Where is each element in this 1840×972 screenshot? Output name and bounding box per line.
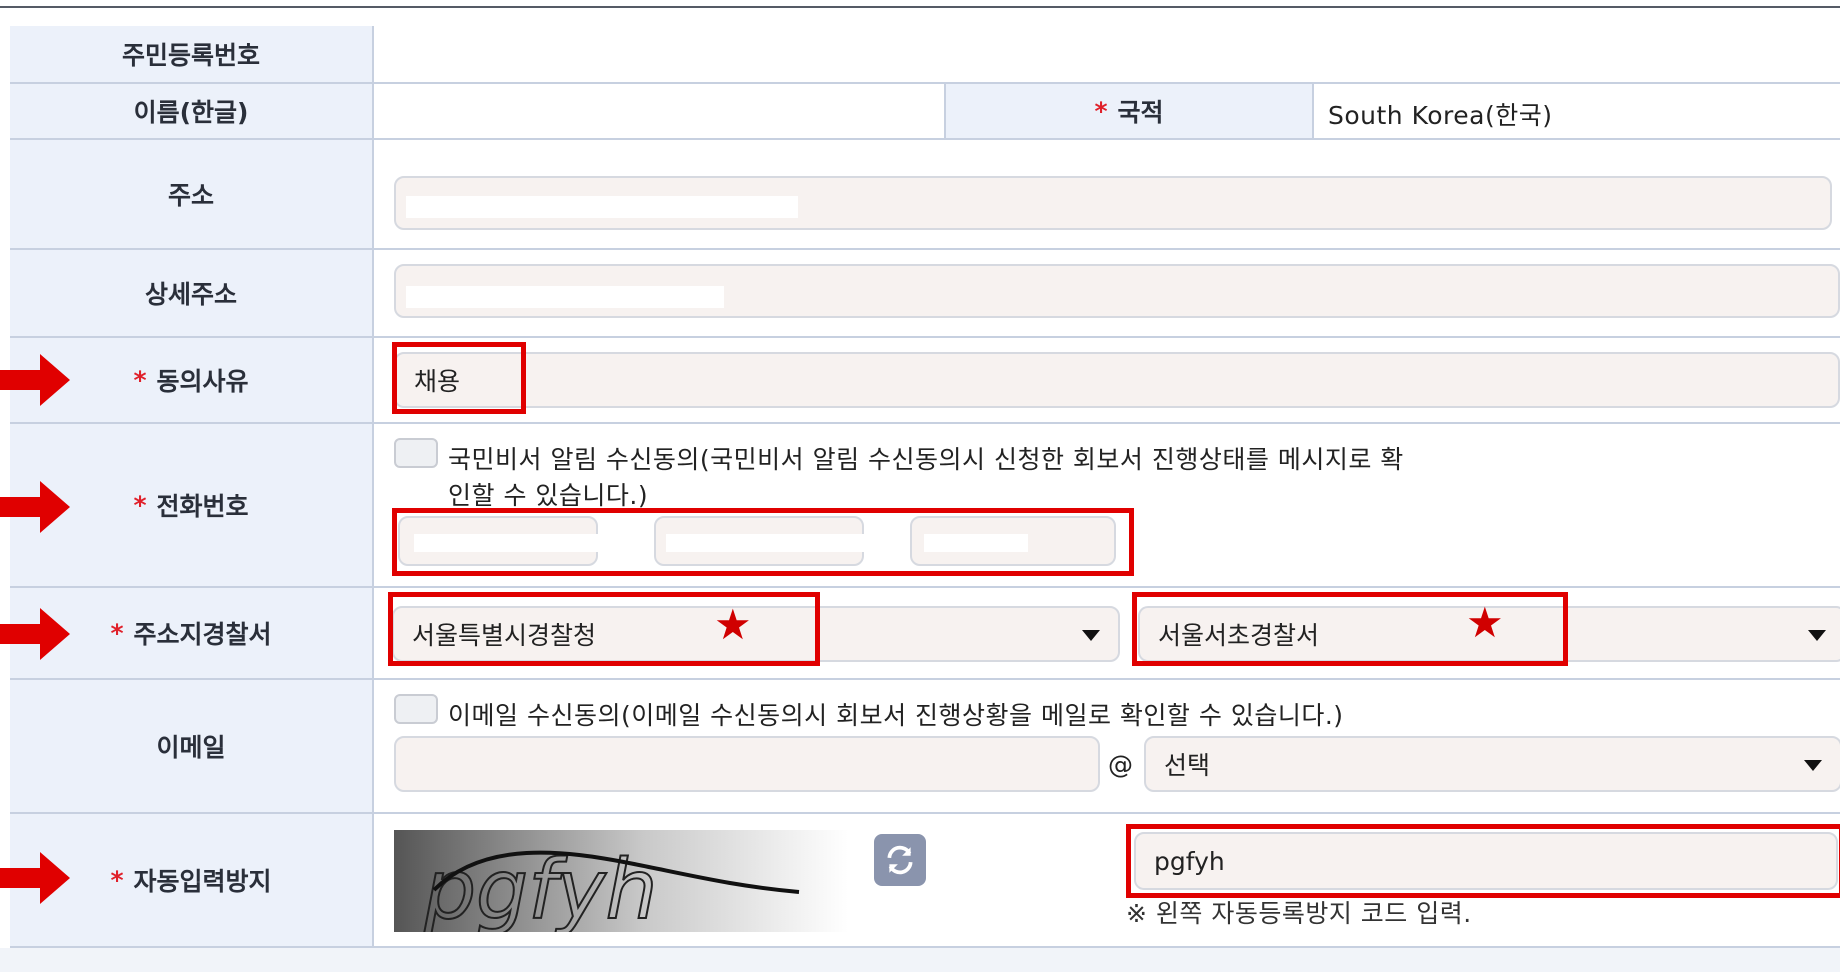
caret-down-icon — [1082, 630, 1100, 641]
row-detail-address: 상세주소 — [10, 250, 1840, 338]
captcha-input[interactable]: pgfyh — [1134, 832, 1838, 890]
nationality-value: South Korea(한국) — [1328, 101, 1553, 130]
row-phone: * 전화번호 국민비서 알림 수신동의(국민비서 알림 수신동의시 신청한 회보서… — [0, 424, 1840, 588]
email-consent-text: 이메일 수신동의(이메일 수신동의시 회보서 진행상황을 메일로 확인할 수 있… — [448, 701, 1344, 730]
row-name: 이름(한글) * 국적 South Korea(한국) — [10, 84, 1840, 140]
red-arrow-icon — [0, 354, 70, 406]
red-arrow-icon — [0, 608, 70, 660]
address-redaction — [406, 196, 798, 218]
sms-consent-text-line2: 인할 수 있습니다.) — [448, 481, 649, 510]
label-detail-address: 상세주소 — [10, 250, 374, 336]
email-id-field[interactable] — [394, 736, 1100, 792]
caret-down-icon — [1804, 760, 1822, 771]
label-email: 이메일 — [10, 680, 374, 812]
red-arrow-icon — [0, 481, 70, 533]
phone-redaction-1 — [414, 534, 602, 552]
refresh-icon[interactable] — [874, 834, 926, 886]
email-consent-checkbox[interactable] — [394, 694, 438, 724]
label-name: 이름(한글) — [10, 84, 374, 138]
caret-down-icon — [1808, 630, 1826, 641]
row-police: * 주소지경찰서 서울특별시경찰청 서울서초경찰서 ★ ★ — [0, 588, 1840, 680]
star-icon: ★ — [1466, 598, 1504, 647]
sms-consent-checkbox[interactable] — [394, 438, 438, 468]
phone-redaction-2 — [666, 534, 872, 552]
sms-consent-text-line1: 국민비서 알림 수신동의(국민비서 알림 수신동의시 신청한 회보서 진행상태를… — [448, 445, 1404, 474]
row-address: 주소 — [10, 140, 1840, 250]
captcha-image: pgfyh — [394, 830, 848, 932]
captcha-hint: ※ 왼쪽 자동등록방지 코드 입력. — [1126, 899, 1472, 928]
red-arrow-icon — [0, 852, 70, 904]
email-domain-select[interactable]: 선택 — [1144, 736, 1840, 792]
row-captcha: * 자동입력방지 pgfyh pgfyh ※ 왼쪽 자동등록방지 코드 입력. — [0, 814, 1840, 948]
svg-text:pgfyh: pgfyh — [423, 843, 657, 932]
email-at-sign: @ — [1108, 750, 1134, 779]
consent-reason-field[interactable]: 채용 — [394, 352, 1840, 408]
row-email: 이메일 이메일 수신동의(이메일 수신동의시 회보서 진행상황을 메일로 확인할… — [10, 680, 1840, 814]
top-border — [0, 6, 1840, 8]
police-agency-select[interactable]: 서울특별시경찰청 — [392, 606, 1120, 662]
name-value — [374, 84, 944, 138]
detail-address-redaction — [406, 286, 724, 308]
phone-redaction-3 — [924, 534, 1028, 552]
bottom-strip — [0, 948, 1840, 972]
row-consent-reason: * 동의사유 채용 — [0, 338, 1840, 424]
star-icon: ★ — [714, 600, 752, 649]
rrn-value — [374, 26, 1840, 82]
label-address: 주소 — [10, 140, 374, 248]
label-nationality: * 국적 — [944, 84, 1314, 138]
label-rrn: 주민등록번호 — [10, 26, 374, 82]
row-rrn: 주민등록번호 — [10, 26, 1840, 84]
